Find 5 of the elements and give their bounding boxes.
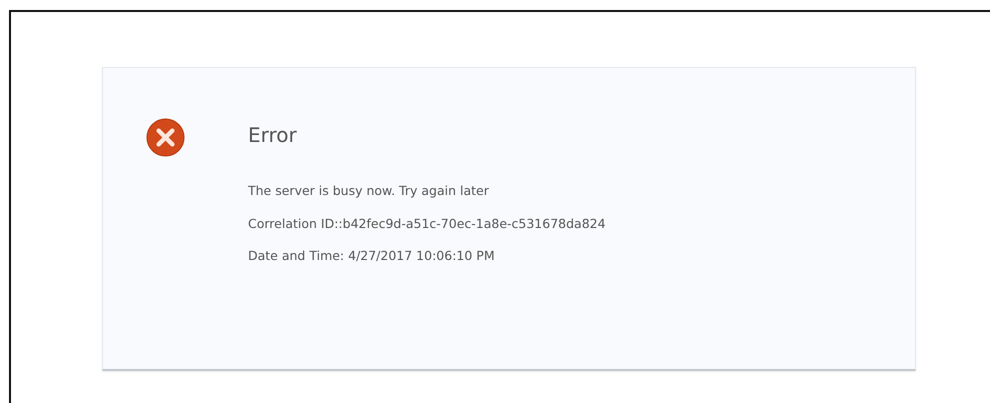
message-text: Date and Time: 4/27/2017 10:06:10 PM xyxy=(248,250,496,262)
error-icon xyxy=(146,118,185,157)
message-text: The server is busy now. Try again later xyxy=(248,185,490,198)
message-text: Correlation ID::b42fec9d-a51c-70ec-1a8e-c531678da824 xyxy=(248,218,606,230)
error-title: Error xyxy=(248,125,298,145)
